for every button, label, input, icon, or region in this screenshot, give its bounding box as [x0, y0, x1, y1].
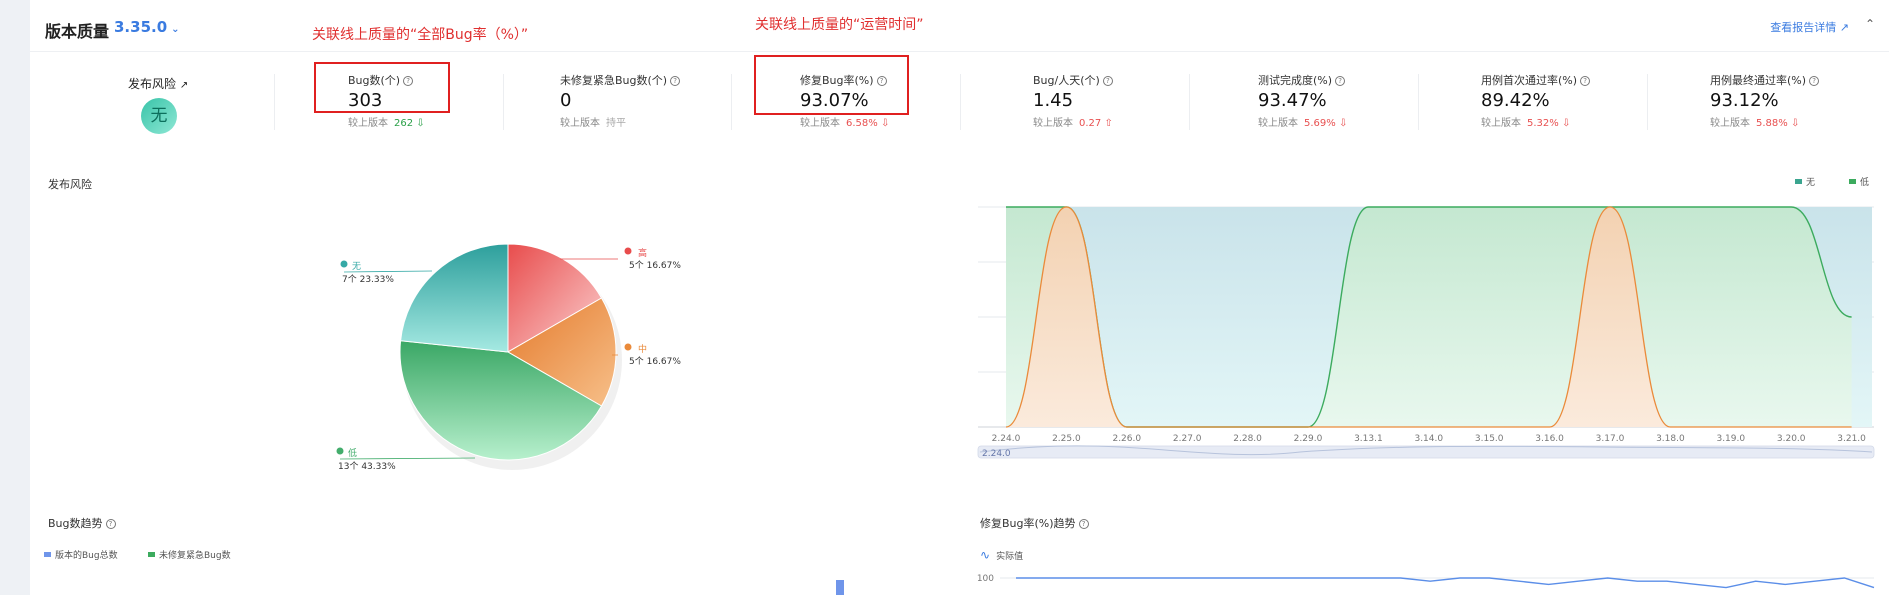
pie-label-line	[339, 457, 476, 460]
x-tick-label: 3.13.1	[1354, 434, 1383, 444]
risk-pie-chart: 高5个 16.67%中5个 16.67%低13个 43.33%无7个 23.33…	[336, 243, 681, 472]
pie-label-value: 5个 16.67%	[629, 260, 681, 271]
pie-label-dot	[336, 447, 344, 455]
x-tick-label: 2.24.0	[992, 434, 1021, 444]
x-tick-label: 3.17.0	[1596, 434, 1625, 444]
fix-rate-line-chart: 100	[977, 574, 1875, 589]
risk-area-chart: 2.24.0 2.25.0 2.26.0 2.27.0 2.28.0 2.29.0 3.13…	[977, 206, 1875, 459]
x-tick-label: 3.18.0	[1656, 434, 1685, 444]
x-tick-label: 3.16.0	[1535, 434, 1564, 444]
pie-label-name: 中	[638, 343, 647, 355]
page: 版本质量 3.35.0 ⌄ 查看报告详情 ↗ ⌃ 关联线上质量的“全部Bug率（%…	[0, 0, 1889, 595]
bar-bug-total	[836, 580, 844, 595]
charts-layer: 高5个 16.67%中5个 16.67%低13个 43.33%无7个 23.33…	[336, 206, 1875, 595]
x-tick-label: 2.26.0	[1112, 434, 1141, 444]
pie-label-dot	[340, 260, 348, 268]
pie-label-dot	[624, 343, 632, 351]
fix-rate-line	[1016, 577, 1875, 589]
x-tick-label: 2.27.0	[1173, 434, 1202, 444]
bug-trend-chart	[836, 580, 844, 595]
pie-label-name: 低	[348, 447, 357, 459]
x-tick-label: 3.20.0	[1777, 434, 1806, 444]
x-tick-label: 2.29.0	[1294, 434, 1323, 444]
x-tick-label: 3.21.0	[1837, 434, 1866, 444]
x-tick-label: 3.14.0	[1414, 434, 1443, 444]
x-tick-label: 3.19.0	[1716, 434, 1745, 444]
y-tick-label: 100	[977, 574, 994, 584]
pie-label-value: 5个 16.67%	[629, 356, 681, 367]
pie-label-name: 无	[352, 261, 361, 272]
pie-label-value: 13个 43.33%	[338, 461, 396, 472]
x-tick-label: 3.15.0	[1475, 434, 1504, 444]
x-tick-label: 2.25.0	[1052, 434, 1081, 444]
pie-label-name: 高	[638, 247, 647, 259]
pie-label-dot	[624, 247, 632, 255]
zoom-start-label: 2.24.0	[982, 449, 1011, 459]
pie-slice-无	[400, 243, 509, 353]
pie-label-value: 7个 23.33%	[342, 274, 394, 285]
x-tick-label: 2.28.0	[1233, 434, 1262, 444]
